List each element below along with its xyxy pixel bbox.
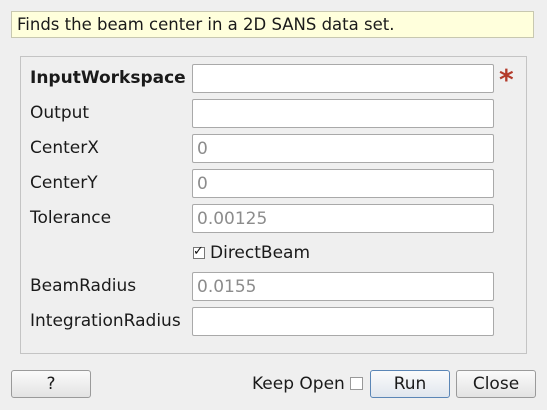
help-button[interactable]: ? (11, 370, 91, 398)
center-x-label: CenterX (30, 138, 99, 158)
integration-radius-label: IntegrationRadius (30, 311, 181, 331)
close-button[interactable]: Close (456, 370, 536, 398)
input-workspace-field[interactable] (192, 64, 494, 93)
checkmark-icon: ✓ (193, 244, 204, 259)
keep-open-label: Keep Open (252, 374, 345, 394)
tolerance-field[interactable] (192, 204, 494, 233)
integration-radius-field[interactable] (192, 307, 494, 336)
center-y-field[interactable] (192, 169, 494, 198)
center-x-field[interactable] (192, 134, 494, 163)
input-workspace-label: InputWorkspace (30, 68, 186, 88)
algorithm-description: Finds the beam center in a 2D SANS data … (11, 11, 534, 38)
direct-beam-checkbox[interactable]: ✓ DirectBeam (193, 242, 310, 264)
tolerance-label: Tolerance (30, 208, 112, 228)
beam-radius-label: BeamRadius (30, 276, 137, 296)
direct-beam-check-box[interactable]: ✓ (193, 244, 205, 259)
center-y-label: CenterY (30, 173, 98, 193)
output-field[interactable] (192, 99, 494, 128)
run-button[interactable]: Run (370, 370, 450, 398)
required-marker-icon: * (499, 63, 514, 96)
keep-open-checkbox[interactable] (350, 377, 363, 390)
output-label: Output (30, 103, 90, 123)
direct-beam-label: DirectBeam (210, 243, 310, 263)
beam-radius-field[interactable] (192, 272, 494, 301)
